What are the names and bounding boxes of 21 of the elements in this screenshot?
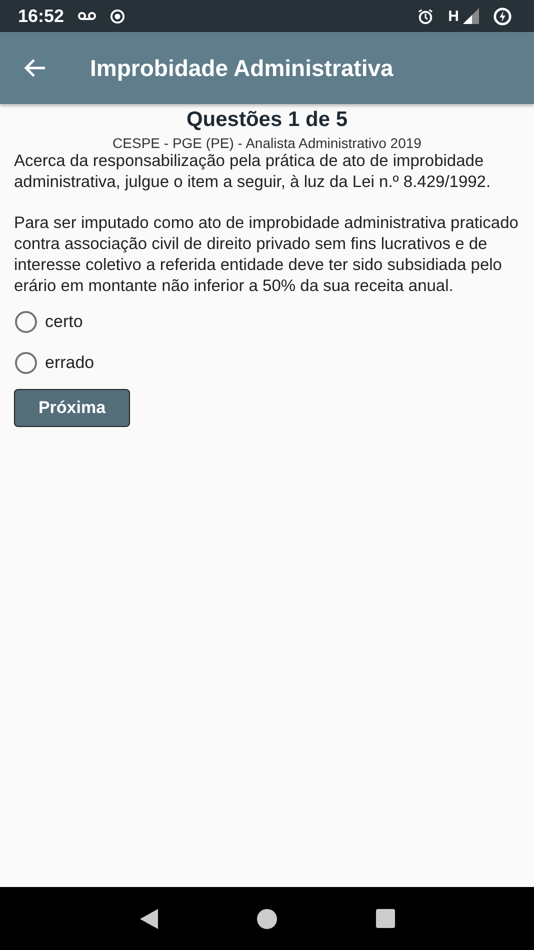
radio-button[interactable] — [15, 310, 37, 332]
question-text: Para ser imputado como ato de improbidade administrativa praticado contra associação civil de direito privado sem fins lucrativos e de interesse coletivo a referida entidade deve ter sido subsidiada pelo erário em montante não inferior a 50% da sua receita anual. — [14, 213, 520, 297]
question-counter: Questões 1 de 5 — [186, 108, 348, 132]
clock: 16:52 — [18, 6, 64, 26]
signal-icon — [463, 8, 479, 24]
screen-title: Improbidade Administrativa — [90, 54, 394, 82]
alarm-icon — [417, 8, 434, 24]
battery-saver-icon — [493, 6, 512, 26]
home-icon[interactable] — [256, 908, 276, 928]
back-icon[interactable] — [140, 908, 158, 928]
voicemail-icon — [78, 11, 96, 21]
recents-icon[interactable] — [376, 909, 394, 928]
question-source: CESPE - PGE (PE) - Analista Administrativo 2019 — [112, 135, 422, 151]
network-type: H — [448, 8, 459, 24]
option-label[interactable]: errado — [45, 352, 94, 372]
radio-button[interactable] — [15, 352, 37, 374]
question-text: Acerca da responsabilização pela prática de ato de improbidade administrativa, julgue o item a seguir, à luz da Lei n.º 8.429/1992. — [14, 151, 492, 193]
back-arrow-icon[interactable] — [24, 58, 46, 78]
option-label[interactable]: certo — [45, 312, 83, 332]
next-button[interactable]: Próxima — [14, 389, 130, 427]
record-icon — [110, 8, 126, 24]
